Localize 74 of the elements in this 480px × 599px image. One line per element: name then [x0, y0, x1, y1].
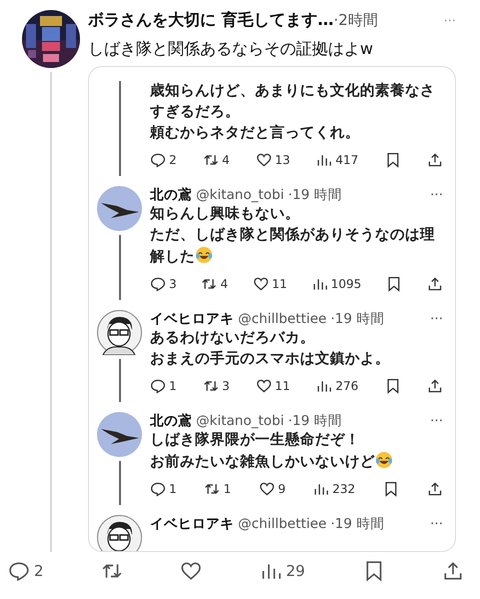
reply-count: 1 [169, 379, 177, 393]
reply-icon[interactable] [8, 560, 30, 582]
author-name[interactable]: イベヒロアキ [150, 310, 234, 328]
reply-count: 2 [169, 153, 177, 167]
views-icon[interactable] [316, 152, 332, 168]
bookmark-icon[interactable] [384, 152, 401, 168]
repost-icon[interactable] [204, 481, 220, 497]
like-count: 9 [278, 482, 286, 496]
avatar[interactable] [97, 515, 142, 551]
reply-text: 知らんし興味もない。 ただ、しばき隊と関係がありそうなのは理解した [150, 204, 436, 267]
views-icon[interactable] [313, 481, 330, 497]
reply-icon[interactable] [150, 152, 166, 168]
repost-count: 4 [220, 277, 228, 291]
laughing-emoji-icon [375, 451, 393, 469]
post-time: ·19 時間 [330, 310, 384, 328]
author-handle[interactable]: @chillbettiee [238, 516, 327, 532]
bookmark-icon[interactable] [383, 481, 400, 497]
view-count: 1095 [330, 277, 362, 291]
views-icon[interactable] [316, 378, 332, 394]
author-handle[interactable]: @kitano_tobi [196, 187, 284, 203]
repost-count: 1 [223, 482, 232, 496]
repost-icon[interactable] [202, 378, 219, 394]
heart-icon[interactable] [256, 378, 272, 394]
share-icon[interactable] [426, 152, 443, 168]
post-text: しばき隊と関係あるならその証拠はよw [88, 38, 374, 60]
view-count: 276 [335, 379, 358, 393]
reply-text: 歳知らんけど、あまりにも文化的素養なさすぎるだろ。 頼むからネタだと言ってくれ。 [150, 82, 436, 143]
more-button[interactable]: ··· [430, 413, 443, 429]
post-time: ·19 時間 [288, 186, 342, 204]
avatar[interactable] [97, 186, 142, 231]
share-icon[interactable] [426, 378, 443, 394]
reply-text: あるわけないだろバカ。 おまえの手元のスマホは文鎮かよ。 [150, 329, 391, 369]
laughing-emoji-icon [195, 246, 213, 264]
author-name[interactable]: イベヒロアキ [150, 515, 234, 533]
like-icon[interactable] [180, 560, 202, 582]
like-count: 13 [274, 153, 290, 167]
more-button[interactable]: ··· [430, 187, 443, 203]
author-name[interactable]: 北の鳶 [150, 186, 192, 204]
author-handle[interactable]: @chillbettiee [238, 311, 327, 327]
bookmark-icon[interactable] [384, 378, 401, 394]
more-button[interactable]: ··· [430, 516, 443, 532]
view-count: 232 [332, 482, 356, 496]
reply-count: 3 [169, 277, 177, 291]
author-handle[interactable]: @kitano_tobi [196, 413, 284, 429]
bookmark-icon[interactable] [386, 276, 402, 292]
view-count: 417 [335, 153, 358, 167]
heart-icon[interactable] [256, 152, 272, 168]
reply-icon[interactable] [150, 276, 166, 292]
like-count: 11 [274, 379, 290, 393]
heart-icon[interactable] [258, 481, 275, 497]
share-icon[interactable] [426, 276, 443, 292]
repost-icon[interactable] [201, 276, 218, 292]
reply-icon[interactable] [150, 378, 166, 394]
post-time: ·2時間 [334, 11, 378, 30]
reply-text: しばき隊界隈が一生懸命だぞ！ お前みたいな雑魚しかいないけど [150, 430, 443, 473]
reply-count: 2 [34, 562, 44, 580]
repost-count: 3 [222, 379, 230, 393]
reply-count: 1 [169, 482, 177, 496]
post-time: ·19 時間 [288, 412, 342, 430]
avatar[interactable] [97, 310, 142, 355]
repost-icon[interactable] [202, 152, 219, 168]
repost-count: 4 [222, 153, 230, 167]
reply-icon[interactable] [150, 481, 166, 497]
share-icon[interactable] [426, 481, 443, 497]
more-button[interactable]: ··· [430, 311, 443, 327]
heart-icon[interactable] [252, 276, 269, 292]
share-icon[interactable] [442, 560, 464, 582]
author-name[interactable]: ボラさんを大切に 育毛してます… [88, 10, 334, 31]
author-name[interactable]: 北の鳶 [150, 412, 192, 430]
avatar[interactable] [97, 412, 142, 457]
view-count: 29 [286, 562, 306, 580]
post-time: ·19 時間 [330, 515, 384, 533]
views-icon[interactable] [312, 276, 328, 292]
like-count: 11 [272, 277, 288, 291]
